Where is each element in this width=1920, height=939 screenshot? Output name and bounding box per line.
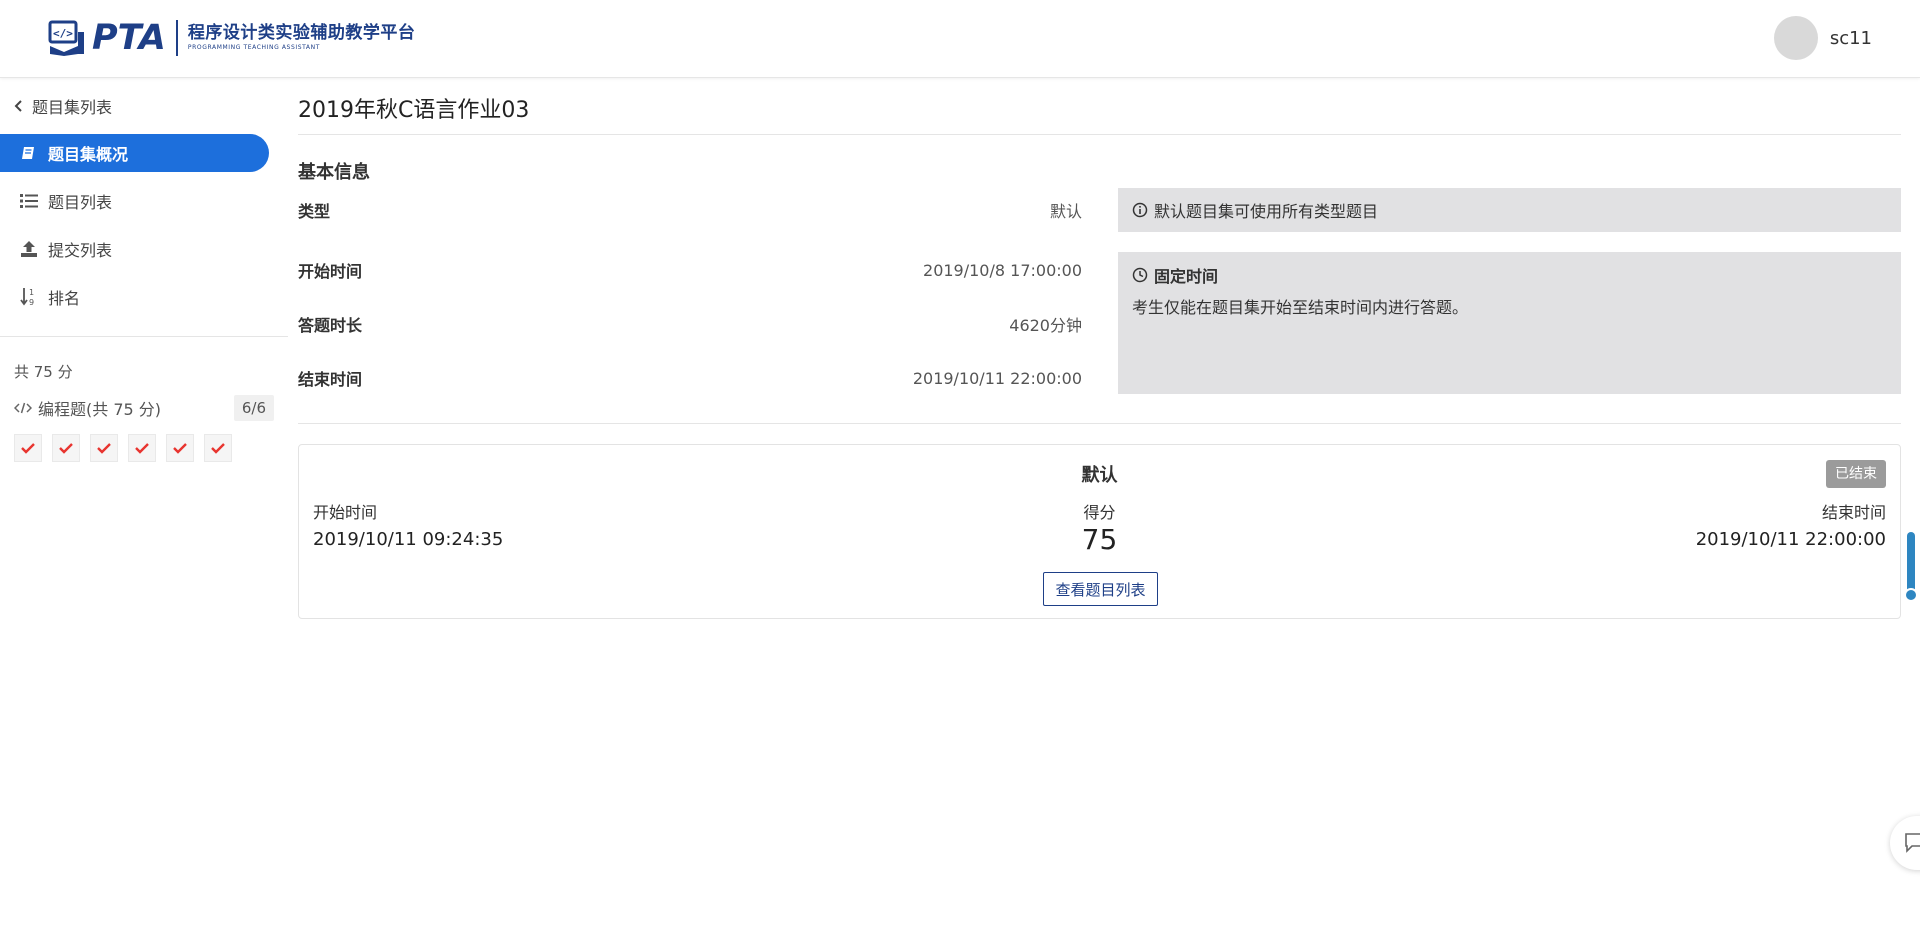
clock-icon <box>1132 267 1148 283</box>
problem-status-item[interactable] <box>204 434 232 462</box>
time-note-body: 考生仅能在题目集开始至结束时间内进行答题。 <box>1132 298 1469 317</box>
brand-title-cn: 程序设计类实验辅助教学平台 <box>187 23 416 43</box>
info-label: 结束时间 <box>298 370 363 389</box>
sidebar-item-label: 排名 <box>48 289 81 308</box>
sidebar-item-overview[interactable]: 题目集概况 <box>0 134 269 172</box>
programming-section-header[interactable]: 编程题(共 75 分) 6/6 <box>14 394 274 422</box>
feedback-icon <box>1905 833 1920 853</box>
sidebar-item-ranking[interactable]: 1 9 排名 <box>0 278 269 316</box>
book-icon <box>20 144 38 162</box>
info-row-duration: 答题时长 4620分钟 <box>298 312 1082 336</box>
exam-card: 默认 已结束 开始时间 2019/10/11 09:24:35 得分 75 结束… <box>298 444 1901 619</box>
exam-card-title: 默认 <box>1081 465 1118 486</box>
exam-score: 得分 75 <box>299 499 1900 557</box>
type-note-text: 默认题目集可使用所有类型题目 <box>1154 202 1379 221</box>
svg-text:9: 9 <box>29 298 34 307</box>
info-row-type: 类型 默认 <box>298 198 1082 222</box>
time-note-title: 固定时间 <box>1154 267 1219 286</box>
username[interactable]: sc11 <box>1830 28 1872 49</box>
check-icon <box>21 443 35 454</box>
sort-icon: 1 9 <box>20 288 38 307</box>
info-value: 2019/10/8 17:00:00 <box>923 260 1082 280</box>
back-link-label: 题目集列表 <box>32 98 113 117</box>
brand-title-en: PROGRAMMING TEACHING ASSISTANT <box>187 44 320 51</box>
user-menu[interactable]: sc11 <box>1773 16 1872 60</box>
scrollbar-handle[interactable] <box>1904 588 1918 602</box>
sidebar-item-problem-list[interactable]: 题目列表 <box>0 182 269 220</box>
svg-text:1: 1 <box>29 288 34 297</box>
check-icon <box>135 443 149 454</box>
upload-icon <box>20 240 38 258</box>
info-row-start-time: 开始时间 2019/10/8 17:00:00 <box>298 258 1082 282</box>
sidebar-item-submissions[interactable]: 提交列表 <box>0 230 269 268</box>
check-icon <box>211 443 225 454</box>
exam-end-label: 结束时间 <box>1821 503 1886 522</box>
programming-section-label: 编程题(共 75 分) <box>38 400 162 419</box>
list-icon <box>20 192 38 210</box>
code-book-icon: </> <box>48 20 84 56</box>
title-divider <box>298 134 1901 135</box>
check-icon <box>97 443 111 454</box>
programming-count-badge: 6/6 <box>233 395 274 421</box>
sidebar-item-label: 提交列表 <box>48 241 113 260</box>
sidebar-item-label: 题目列表 <box>48 193 113 212</box>
total-score: 共 75 分 <box>14 363 73 381</box>
section-divider <box>298 423 1901 424</box>
chevron-left-icon <box>14 100 22 112</box>
check-icon <box>59 443 73 454</box>
info-icon <box>1132 202 1148 218</box>
problem-status-item[interactable] <box>128 434 156 462</box>
info-label: 类型 <box>298 202 331 221</box>
info-value: 4620分钟 <box>1009 316 1082 335</box>
info-label: 开始时间 <box>298 262 363 281</box>
avatar[interactable] <box>1773 16 1818 60</box>
problem-status-item[interactable] <box>14 434 42 462</box>
time-note-box: 固定时间 考生仅能在题目集开始至结束时间内进行答题。 <box>1118 252 1901 394</box>
check-icon <box>173 443 187 454</box>
info-label: 答题时长 <box>298 316 363 335</box>
score-value: 75 <box>1081 523 1118 556</box>
brand-divider <box>175 20 178 56</box>
problem-status-grid <box>14 434 242 462</box>
brand-logo[interactable]: </> PTA 程序设计类实验辅助教学平台 PROGRAMMING TEACHI… <box>48 18 415 58</box>
page-title: 2019年秋C语言作业03 <box>298 98 530 123</box>
top-bar: </> PTA 程序设计类实验辅助教学平台 PROGRAMMING TEACHI… <box>0 0 1920 78</box>
svg-text:</>: </> <box>53 27 73 40</box>
problem-status-item[interactable] <box>90 434 118 462</box>
exam-end-value: 2019/10/11 22:00:00 <box>1695 529 1886 550</box>
info-value: 默认 <box>1049 202 1082 221</box>
section-title-basic-info: 基本信息 <box>298 162 370 183</box>
view-problem-list-button[interactable]: 查看题目列表 <box>1043 572 1158 606</box>
sidebar: 题目集列表 题目集概况 题目列表 提交列表 1 9 排名 共 75 分 编程题(… <box>0 78 288 939</box>
problem-status-item[interactable] <box>166 434 194 462</box>
back-to-problem-sets-link[interactable]: 题目集列表 <box>14 94 112 118</box>
feedback-button[interactable] <box>1890 816 1920 870</box>
brand-name: PTA <box>92 18 166 58</box>
exam-end: 结束时间 2019/10/11 22:00:00 <box>1696 499 1886 550</box>
sidebar-item-label: 题目集概况 <box>48 145 129 164</box>
score-label: 得分 <box>1083 503 1116 522</box>
sidebar-divider <box>0 336 288 337</box>
info-value: 2019/10/11 22:00:00 <box>912 368 1082 388</box>
info-row-end-time: 结束时间 2019/10/11 22:00:00 <box>298 366 1082 390</box>
status-badge: 已结束 <box>1826 460 1886 488</box>
code-icon <box>14 402 32 414</box>
type-note-box: 默认题目集可使用所有类型题目 <box>1118 188 1901 232</box>
problem-status-item[interactable] <box>52 434 80 462</box>
